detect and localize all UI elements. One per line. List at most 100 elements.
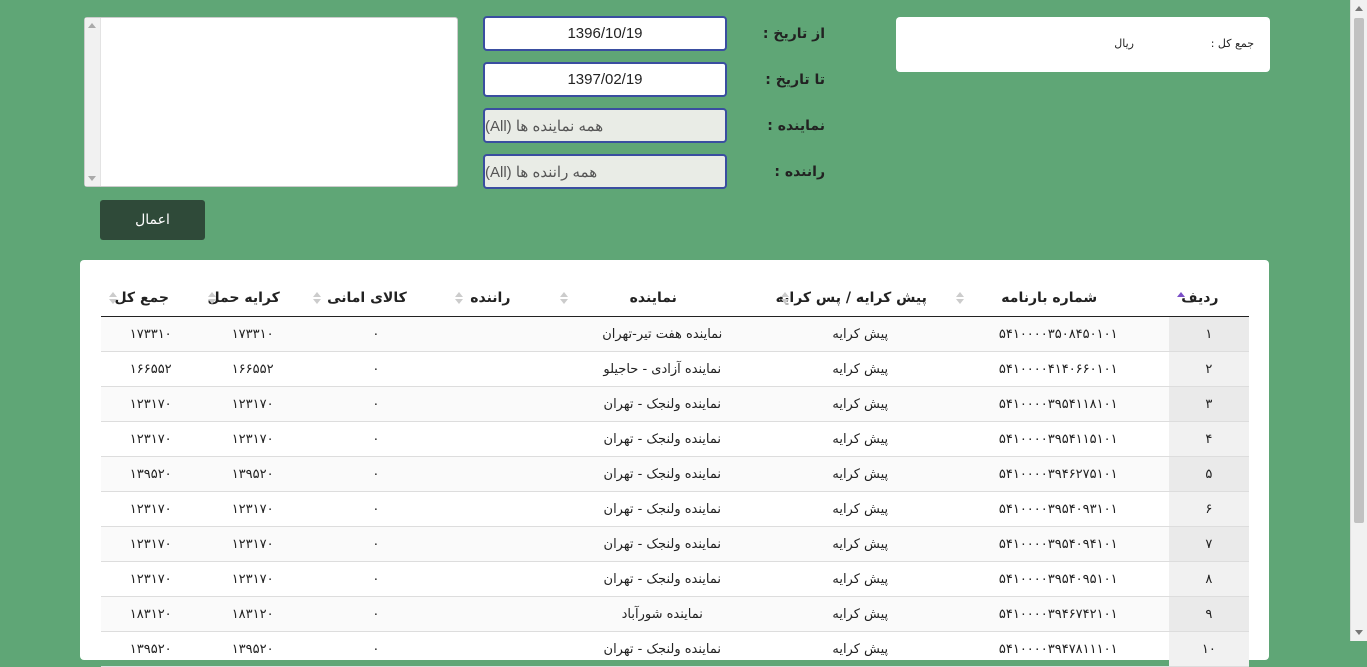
scroll-up-icon[interactable] bbox=[1355, 6, 1363, 11]
notes-textarea[interactable] bbox=[84, 17, 458, 187]
table-cell: ۱۲۳۱۷۰ bbox=[101, 491, 201, 527]
table-cell bbox=[446, 351, 552, 387]
table-cell: نماینده ولنجک - تهران bbox=[551, 456, 773, 492]
scroll-down-icon[interactable] bbox=[1355, 630, 1363, 635]
table-cell: نماینده ولنجک - تهران bbox=[551, 491, 773, 527]
table-cell bbox=[446, 421, 552, 457]
table-cell: ۱۲۳۱۷۰ bbox=[200, 561, 305, 597]
column-header-label: شماره بارنامه bbox=[1001, 290, 1098, 306]
table-cell: ۵۴۱۰۰۰۰۴۱۴۰۶۶۰۱۰۱ bbox=[947, 351, 1169, 387]
table-cell: ۱۳۹۵۲۰ bbox=[101, 631, 201, 667]
table-row[interactable]: ۱ ۵۴۱۰۰۰۰۳۵۰۸۴۵۰۱۰۱ پیش کرایه نماینده هفت ت… bbox=[101, 316, 1249, 352]
table-header-row: ردیف شماره بارنامه پیش کرایه / پس کرایه نما… bbox=[101, 280, 1249, 317]
table-cell: ۰ bbox=[304, 561, 447, 597]
sort-icon[interactable] bbox=[208, 292, 217, 306]
page-scrollbar[interactable] bbox=[1350, 0, 1367, 641]
table-cell bbox=[446, 526, 552, 562]
table-row[interactable]: ۲ ۵۴۱۰۰۰۰۴۱۴۰۶۶۰۱۰۱ پیش کرایه نماینده آزادی… bbox=[101, 351, 1249, 387]
total-summary-box: جمع کل : ریال bbox=[896, 17, 1270, 72]
column-header[interactable]: راننده bbox=[446, 280, 552, 317]
column-header[interactable]: ردیف bbox=[1168, 280, 1249, 317]
sort-icon[interactable] bbox=[780, 292, 789, 306]
table-cell: ۱۶۶۵۵۲ bbox=[101, 351, 201, 387]
table-cell: پیش کرایه bbox=[772, 631, 948, 667]
table-cell: ۱۷۳۳۱۰ bbox=[101, 316, 201, 352]
table-cell: ۱۲۳۱۷۰ bbox=[101, 421, 201, 457]
table-cell: ۵۴۱۰۰۰۰۳۹۵۴۱۱۵۱۰۱ bbox=[947, 421, 1169, 457]
column-header-label: پیش کرایه / پس کرایه bbox=[775, 290, 927, 306]
column-header[interactable]: جمع کل bbox=[101, 280, 201, 317]
table-cell: ۱۲۳۱۷۰ bbox=[101, 526, 201, 562]
table-cell: ۱۳۹۵۲۰ bbox=[200, 456, 305, 492]
table-cell: نماینده ولنجک - تهران bbox=[551, 631, 773, 667]
table-cell: ۱۸۳۱۲۰ bbox=[200, 596, 305, 632]
table-cell: ۱۶۶۵۵۲ bbox=[200, 351, 305, 387]
column-header[interactable]: کالای امانی bbox=[304, 280, 447, 317]
sort-icon[interactable] bbox=[559, 292, 568, 306]
table-cell: ۵۴۱۰۰۰۰۳۹۴۶۷۴۲۱۰۱ bbox=[947, 596, 1169, 632]
table-cell: ۱۲۳۱۷۰ bbox=[200, 421, 305, 457]
table-cell: ۰ bbox=[304, 421, 447, 457]
sort-icon[interactable] bbox=[955, 292, 964, 306]
table-cell: نماینده ولنجک - تهران bbox=[551, 526, 773, 562]
table-cell: ۱۲۳۱۷۰ bbox=[200, 491, 305, 527]
column-header-label: نماینده bbox=[629, 290, 677, 306]
results-table: ردیف شماره بارنامه پیش کرایه / پس کرایه نما… bbox=[101, 280, 1249, 667]
table-row[interactable]: ۸ ۵۴۱۰۰۰۰۳۹۵۴۰۹۵۱۰۱ پیش کرایه نماینده ولنجک… bbox=[101, 561, 1249, 597]
table-cell: پیش کرایه bbox=[772, 421, 948, 457]
agent-select[interactable]: همه نماینده ها (All) bbox=[483, 108, 727, 143]
table-cell: ۹ bbox=[1168, 596, 1249, 632]
table-cell: ۸ bbox=[1168, 561, 1249, 597]
sort-icon[interactable] bbox=[312, 292, 321, 306]
table-cell: ۱۲۳۱۷۰ bbox=[200, 526, 305, 562]
column-header-label: جمع کل bbox=[114, 290, 169, 306]
textarea-scrollbar[interactable] bbox=[85, 18, 101, 186]
column-header[interactable]: کرایه حمل bbox=[200, 280, 305, 317]
total-label: جمع کل : bbox=[1210, 37, 1254, 50]
table-cell: نماینده ولنجک - تهران bbox=[551, 561, 773, 597]
table-cell: ۱۸۳۱۲۰ bbox=[101, 596, 201, 632]
table-row[interactable]: ۳ ۵۴۱۰۰۰۰۳۹۵۴۱۱۸۱۰۱ پیش کرایه نماینده ولنجک… bbox=[101, 386, 1249, 422]
scroll-up-icon[interactable] bbox=[88, 23, 96, 28]
to-date-input[interactable]: 1397/02/19 bbox=[483, 62, 727, 97]
table-body: ۱ ۵۴۱۰۰۰۰۳۵۰۸۴۵۰۱۰۱ پیش کرایه نماینده هفت ت… bbox=[101, 316, 1249, 667]
table-cell: ۰ bbox=[304, 316, 447, 352]
table-row[interactable]: ۹ ۵۴۱۰۰۰۰۳۹۴۶۷۴۲۱۰۱ پیش کرایه نماینده شورآب… bbox=[101, 596, 1249, 632]
table-cell: ۱۲۳۱۷۰ bbox=[101, 561, 201, 597]
table-cell bbox=[446, 316, 552, 352]
table-row[interactable]: ۷ ۵۴۱۰۰۰۰۳۹۵۴۰۹۴۱۰۱ پیش کرایه نماینده ولنجک… bbox=[101, 526, 1249, 562]
sort-icon[interactable] bbox=[109, 292, 117, 306]
driver-select[interactable]: همه راننده ها (All) bbox=[483, 154, 727, 189]
column-header[interactable]: شماره بارنامه bbox=[947, 280, 1169, 317]
table-cell: ۱۲۳۱۷۰ bbox=[200, 386, 305, 422]
table-cell: ۵۴۱۰۰۰۰۳۹۵۴۰۹۵۱۰۱ bbox=[947, 561, 1169, 597]
table-cell: ۶ bbox=[1168, 491, 1249, 527]
table-row[interactable]: ۴ ۵۴۱۰۰۰۰۳۹۵۴۱۱۵۱۰۱ پیش کرایه نماینده ولنجک… bbox=[101, 421, 1249, 457]
table-cell: ۵۴۱۰۰۰۰۳۹۵۴۰۹۴۱۰۱ bbox=[947, 526, 1169, 562]
table-cell: ۰ bbox=[304, 386, 447, 422]
table-cell: پیش کرایه bbox=[772, 596, 948, 632]
table-row[interactable]: ۵ ۵۴۱۰۰۰۰۳۹۴۶۲۷۵۱۰۱ پیش کرایه نماینده ولنجک… bbox=[101, 456, 1249, 492]
table-cell: ۰ bbox=[304, 351, 447, 387]
table-cell: نماینده ولنجک - تهران bbox=[551, 386, 773, 422]
column-header[interactable]: نماینده bbox=[551, 280, 773, 317]
table-cell: پیش کرایه bbox=[772, 491, 948, 527]
sort-icon[interactable] bbox=[454, 292, 463, 306]
table-row[interactable]: ۱۰ ۵۴۱۰۰۰۰۳۹۴۷۸۱۱۱۰۱ پیش کرایه نماینده ولنج… bbox=[101, 631, 1249, 667]
from-date-input[interactable]: 1396/10/19 bbox=[483, 16, 727, 51]
table-cell: ۴ bbox=[1168, 421, 1249, 457]
table-cell: پیش کرایه bbox=[772, 386, 948, 422]
scroll-down-icon[interactable] bbox=[88, 176, 96, 181]
table-cell: ۰ bbox=[304, 596, 447, 632]
table-cell: ۱ bbox=[1168, 316, 1249, 352]
apply-button[interactable]: اعمال bbox=[100, 200, 205, 240]
sort-icon[interactable] bbox=[1176, 292, 1185, 306]
table-cell: ۰ bbox=[304, 456, 447, 492]
column-header-label: کالای امانی bbox=[327, 290, 407, 306]
table-cell: ۵۴۱۰۰۰۰۳۵۰۸۴۵۰۱۰۱ bbox=[947, 316, 1169, 352]
table-cell: ۵ bbox=[1168, 456, 1249, 492]
results-card: ردیف شماره بارنامه پیش کرایه / پس کرایه نما… bbox=[80, 260, 1269, 667]
column-header[interactable]: پیش کرایه / پس کرایه bbox=[772, 280, 948, 317]
scroll-thumb[interactable] bbox=[1354, 18, 1364, 523]
table-row[interactable]: ۶ ۵۴۱۰۰۰۰۳۹۵۴۰۹۳۱۰۱ پیش کرایه نماینده ولنجک… bbox=[101, 491, 1249, 527]
